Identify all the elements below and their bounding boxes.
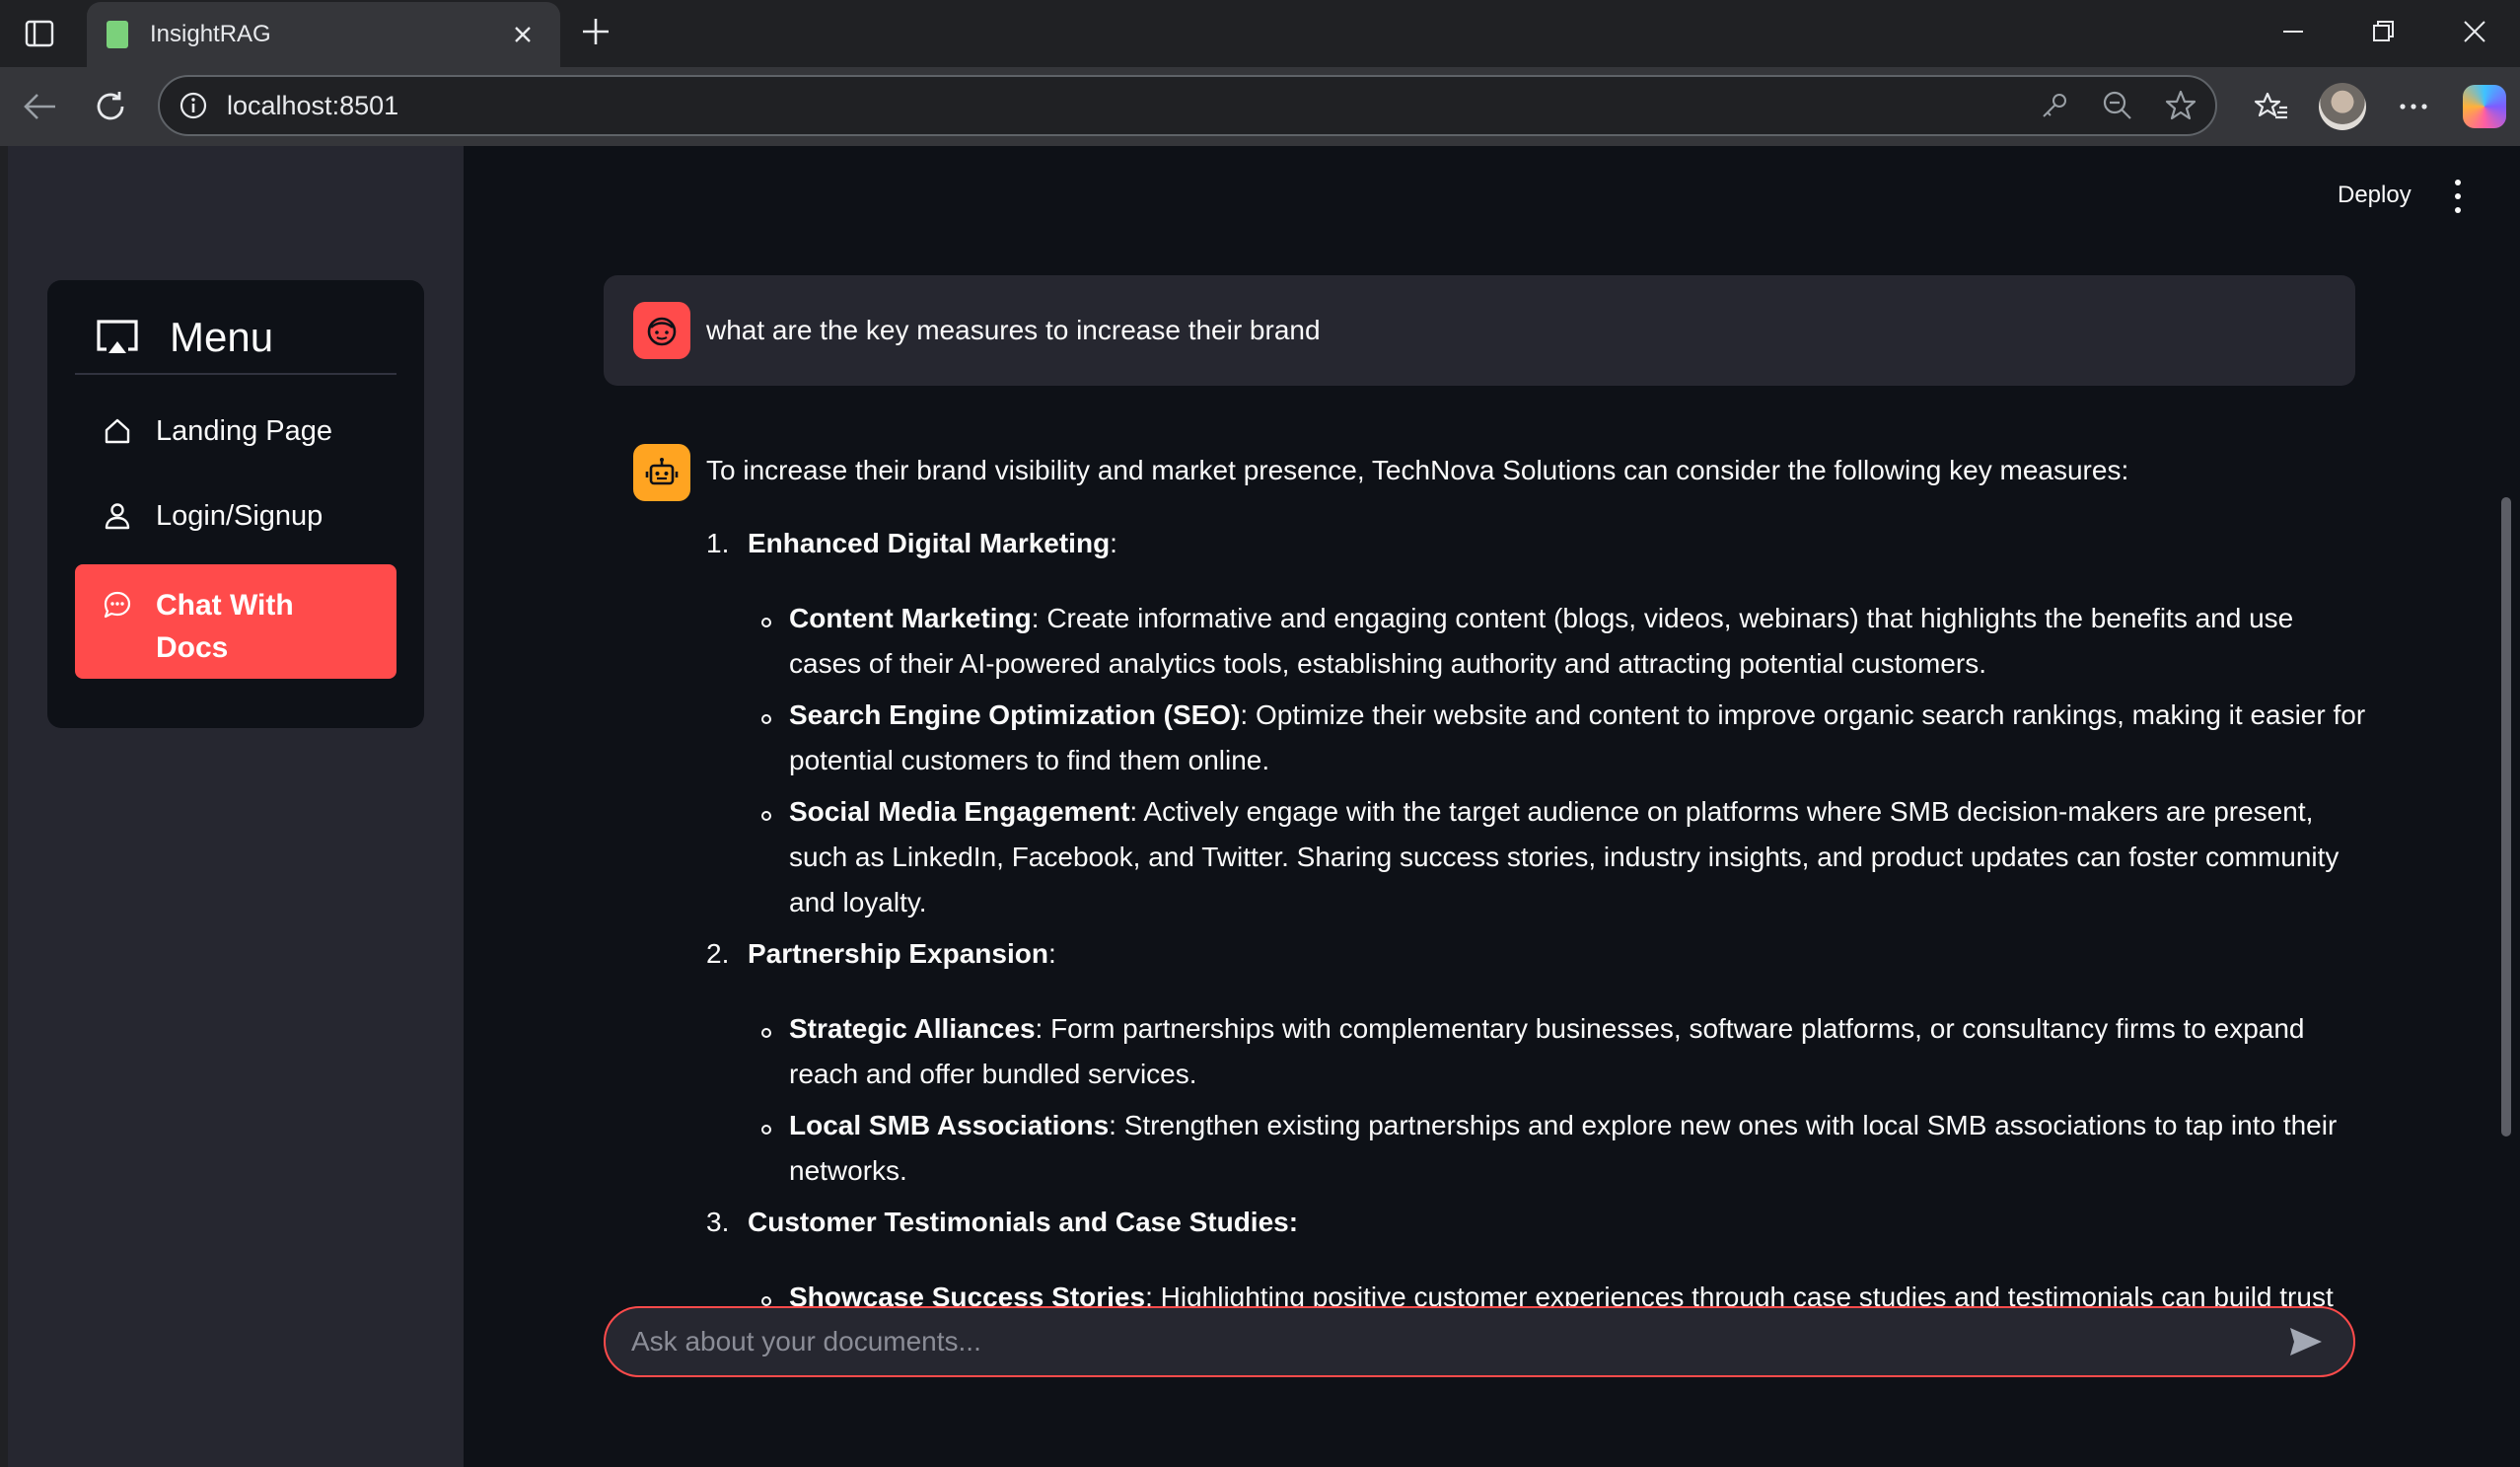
list-item: Social Media Engagement: Actively engage…: [748, 789, 2369, 925]
chat-input[interactable]: [631, 1326, 2284, 1357]
list-number: 2.: [706, 938, 730, 969]
app-sidebar: Menu Landing Page Login/Signup Chat With: [8, 146, 464, 1467]
copilot-icon[interactable]: [2449, 77, 2520, 136]
app-page: Menu Landing Page Login/Signup Chat With: [8, 146, 2520, 1467]
ordered-list-item: 3. Customer Testimonials and Case Studie…: [706, 1200, 2369, 1245]
person-icon: [103, 501, 132, 531]
favorites-icon[interactable]: [2236, 77, 2307, 136]
bullet-title: Strategic Alliances: [789, 1013, 1036, 1044]
browser-toolbar: localhost:8501: [0, 67, 2520, 146]
browser-titlebar: InsightRAG: [0, 0, 2520, 67]
ordered-list-item: 2. Partnership Expansion:: [706, 931, 2369, 977]
sidebar-item-label: Landing Page: [156, 414, 332, 447]
bullet-list: Strategic Alliances: Form partnerships w…: [748, 1006, 2369, 1194]
menu-title: Menu: [170, 314, 274, 360]
assistant-intro-text: To increase their brand visibility and m…: [706, 455, 2129, 485]
more-options-icon[interactable]: [2378, 77, 2449, 136]
list-item: Content Marketing: Create informative an…: [748, 596, 2369, 687]
section-title: Partnership Expansion: [748, 938, 1048, 969]
zoom-out-icon[interactable]: [2101, 89, 2134, 122]
main-menu-icon[interactable]: [2452, 180, 2464, 213]
menu-header: Menu: [75, 302, 396, 375]
profile-avatar[interactable]: [2307, 77, 2378, 136]
list-item: Search Engine Optimization (SEO): Optimi…: [748, 693, 2369, 783]
tab-favicon-icon: [107, 21, 128, 48]
minimize-icon[interactable]: [2248, 0, 2339, 63]
restore-icon[interactable]: [2339, 0, 2429, 63]
sidebar-item-landing-page[interactable]: Landing Page: [75, 389, 396, 474]
sidebar-item-chat-with-docs[interactable]: Chat With Docs: [75, 564, 396, 679]
deploy-button[interactable]: Deploy: [2338, 182, 2412, 209]
bullet-title: Local SMB Associations: [789, 1110, 1110, 1140]
tab-title: InsightRAG: [150, 21, 271, 47]
assistant-chat-message: To increase their brand visibility and m…: [633, 444, 2369, 1371]
favorite-star-icon[interactable]: [2164, 89, 2197, 122]
section-title: Enhanced Digital Marketing: [748, 528, 1111, 558]
reload-icon[interactable]: [89, 85, 132, 128]
back-icon[interactable]: [18, 85, 61, 128]
list-item: Strategic Alliances: Form partnerships w…: [748, 1006, 2369, 1097]
user-message-text: what are the key measures to increase th…: [706, 315, 1321, 345]
bullet-title: Search Engine Optimization (SEO): [789, 699, 1241, 730]
assistant-avatar-icon: [633, 444, 690, 501]
address-bar[interactable]: localhost:8501: [158, 75, 2217, 136]
new-tab-icon[interactable]: [576, 12, 615, 51]
sidebar-menu: Menu Landing Page Login/Signup Chat With: [47, 280, 424, 728]
sidebar-item-login-signup[interactable]: Login/Signup: [75, 474, 396, 558]
bullet-title: Content Marketing: [789, 603, 1032, 633]
user-avatar-icon: [633, 302, 690, 359]
send-icon[interactable]: [2284, 1320, 2328, 1363]
site-info-icon[interactable]: [178, 90, 209, 121]
sidebar-item-label: Login/Signup: [156, 499, 324, 532]
home-icon: [103, 416, 132, 446]
browser-tab[interactable]: InsightRAG: [87, 2, 560, 67]
section-suffix: :: [1110, 528, 1117, 558]
list-item: Local SMB Associations: Strengthen exist…: [748, 1103, 2369, 1194]
key-icon[interactable]: [2038, 89, 2071, 122]
list-number: 3.: [706, 1207, 730, 1237]
close-window-icon[interactable]: [2429, 0, 2520, 63]
list-number: 1.: [706, 528, 730, 558]
cast-icon: [97, 320, 138, 353]
url-text: localhost:8501: [227, 90, 399, 120]
ordered-list-item: 1. Enhanced Digital Marketing:: [706, 521, 2369, 566]
close-tab-icon[interactable]: [505, 17, 540, 52]
chat-input-container: [604, 1306, 2355, 1377]
scrollbar[interactable]: [2501, 497, 2511, 1137]
sidebar-item-label: Chat With Docs: [156, 589, 294, 664]
section-suffix: :: [1047, 938, 1056, 969]
assistant-message-body: To increase their brand visibility and m…: [706, 448, 2369, 1365]
user-chat-message: what are the key measures to increase th…: [604, 275, 2355, 386]
chat-icon: [103, 590, 132, 620]
bullet-list: Content Marketing: Create informative an…: [748, 596, 2369, 925]
sidebar-toggle-icon[interactable]: [22, 16, 57, 51]
bullet-title: Social Media Engagement: [789, 796, 1130, 827]
section-title: Customer Testimonials and Case Studies:: [748, 1207, 1299, 1237]
